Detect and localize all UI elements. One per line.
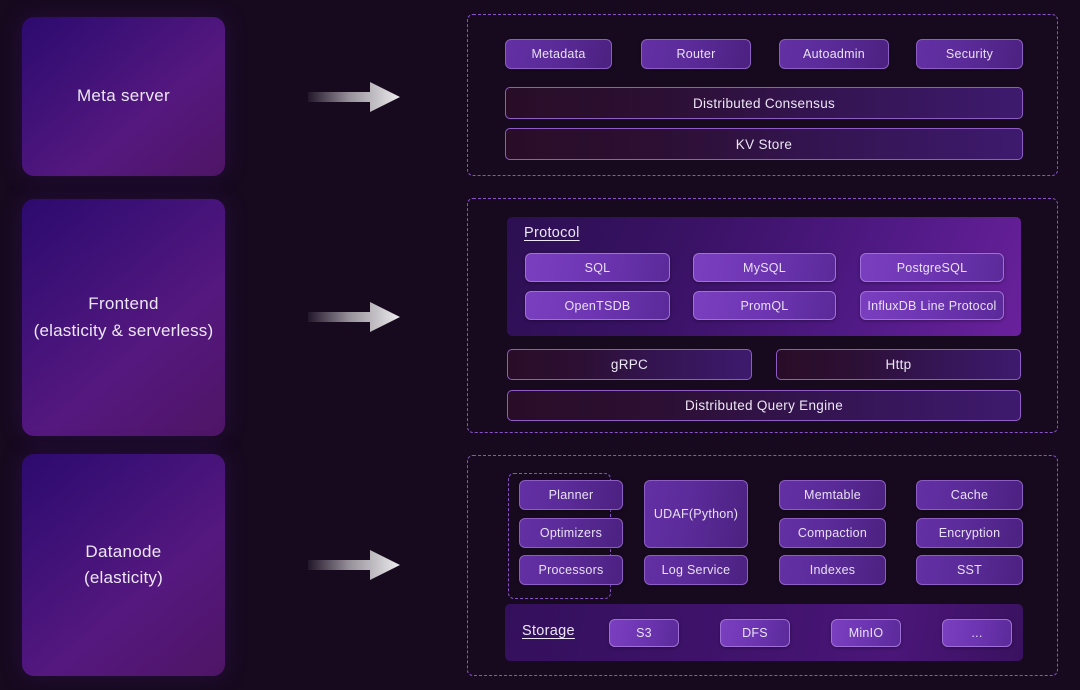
bar-label: Http — [886, 357, 912, 372]
chip-label: Indexes — [810, 563, 856, 577]
storage-group-label: Storage — [522, 623, 575, 639]
chip-label: ... — [971, 626, 982, 640]
bar-label: gRPC — [611, 357, 648, 372]
role-title: Frontend — [88, 291, 158, 317]
chip-memtable[interactable]: Memtable — [779, 480, 886, 510]
chip-mysql[interactable]: MySQL — [693, 253, 836, 282]
chip-label: DFS — [742, 626, 768, 640]
role-block-datanode[interactable]: Datanode (elasticity) — [22, 454, 225, 676]
bar-label: Distributed Query Engine — [685, 398, 843, 413]
chip-metadata[interactable]: Metadata — [505, 39, 612, 69]
chip-router[interactable]: Router — [641, 39, 751, 69]
chip-compaction[interactable]: Compaction — [779, 518, 886, 548]
arrow-right-icon-frontend — [308, 300, 400, 334]
chip-label: MinIO — [849, 626, 884, 640]
storage-group: Storage S3 DFS MinIO ... — [505, 604, 1023, 661]
protocol-group-label: Protocol — [524, 225, 580, 241]
chip-label: Metadata — [531, 47, 585, 61]
chip-label: UDAF(Python) — [654, 507, 738, 521]
architecture-diagram: Meta server Frontend (elasticity & serve… — [0, 0, 1080, 690]
meta-server-panel: Metadata Router Autoadmin Security Distr… — [467, 14, 1058, 176]
chip-label: Security — [946, 47, 993, 61]
chip-label: Router — [676, 47, 715, 61]
chip-promql[interactable]: PromQL — [693, 291, 836, 320]
chip-label: OpenTSDB — [565, 299, 631, 313]
bar-label: KV Store — [736, 137, 792, 152]
chip-label: Optimizers — [540, 526, 602, 540]
protocol-group: Protocol SQL MySQL PostgreSQL OpenTSDB P… — [507, 217, 1021, 336]
chip-opentsdb[interactable]: OpenTSDB — [525, 291, 670, 320]
chip-label: S3 — [636, 626, 652, 640]
chip-encryption[interactable]: Encryption — [916, 518, 1023, 548]
role-subtitle: (elasticity) — [84, 565, 163, 591]
chip-label: Memtable — [804, 488, 861, 502]
chip-postgresql[interactable]: PostgreSQL — [860, 253, 1004, 282]
role-subtitle: (elasticity & serverless) — [34, 318, 214, 344]
bar-distributed-consensus[interactable]: Distributed Consensus — [505, 87, 1023, 119]
role-title: Meta server — [77, 83, 170, 109]
role-block-meta-server[interactable]: Meta server — [22, 17, 225, 176]
arrow-right-icon-meta-server — [308, 80, 400, 114]
bar-label: Distributed Consensus — [693, 96, 835, 111]
chip-label: Autoadmin — [803, 47, 865, 61]
chip-dfs[interactable]: DFS — [720, 619, 790, 647]
chip-label: InfluxDB Line Protocol — [867, 299, 996, 313]
role-title: Datanode — [85, 539, 161, 565]
chip-label: PostgreSQL — [897, 261, 968, 275]
role-block-frontend[interactable]: Frontend (elasticity & serverless) — [22, 199, 225, 436]
chip-label: SST — [957, 563, 982, 577]
bar-http[interactable]: Http — [776, 349, 1021, 380]
chip-label: Processors — [538, 563, 603, 577]
datanode-panel: Planner Optimizers Processors UDAF(Pytho… — [467, 455, 1058, 676]
chip-more[interactable]: ... — [942, 619, 1012, 647]
chip-planner[interactable]: Planner — [519, 480, 623, 510]
chip-processors[interactable]: Processors — [519, 555, 623, 585]
chip-label: Cache — [951, 488, 988, 502]
chip-optimizers[interactable]: Optimizers — [519, 518, 623, 548]
chip-sql[interactable]: SQL — [525, 253, 670, 282]
bar-distributed-query-engine[interactable]: Distributed Query Engine — [507, 390, 1021, 421]
frontend-panel: Protocol SQL MySQL PostgreSQL OpenTSDB P… — [467, 198, 1058, 433]
chip-security[interactable]: Security — [916, 39, 1023, 69]
chip-indexes[interactable]: Indexes — [779, 555, 886, 585]
chip-s3[interactable]: S3 — [609, 619, 679, 647]
chip-log-service[interactable]: Log Service — [644, 555, 748, 585]
chip-label: SQL — [585, 261, 611, 275]
arrow-right-icon-datanode — [308, 548, 400, 582]
chip-label: Compaction — [798, 526, 867, 540]
chip-label: Encryption — [939, 526, 1001, 540]
chip-sst[interactable]: SST — [916, 555, 1023, 585]
bar-grpc[interactable]: gRPC — [507, 349, 752, 380]
chip-influxdb-line-protocol[interactable]: InfluxDB Line Protocol — [860, 291, 1004, 320]
chip-udaf-python[interactable]: UDAF(Python) — [644, 480, 748, 548]
chip-minio[interactable]: MinIO — [831, 619, 901, 647]
chip-label: PromQL — [740, 299, 788, 313]
chip-label: MySQL — [743, 261, 786, 275]
chip-label: Log Service — [662, 563, 731, 577]
chip-autoadmin[interactable]: Autoadmin — [779, 39, 889, 69]
chip-cache[interactable]: Cache — [916, 480, 1023, 510]
bar-kv-store[interactable]: KV Store — [505, 128, 1023, 160]
chip-label: Planner — [549, 488, 594, 502]
